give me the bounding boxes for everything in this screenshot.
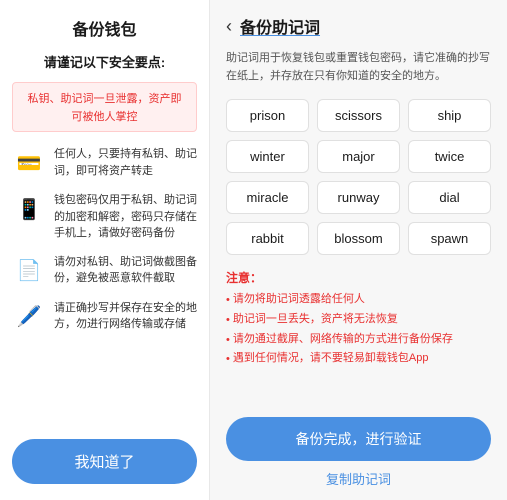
notice-item-4: 遇到任何情况，请不要轻易卸载钱包App (226, 349, 491, 369)
right-bottom: 备份完成，进行验证 复制助记词 (210, 409, 507, 500)
copy-mnemonic-button[interactable]: 复制助记词 (326, 469, 391, 488)
word-3: ship (408, 99, 491, 132)
word-7: miracle (226, 181, 309, 214)
security-list: 💳 任何人，只要持有私钥、助记词，即可将资产转走 📱 钱包密码仅用于私钥、助记词… (12, 146, 197, 429)
security-item-2: 📱 钱包密码仅用于私钥、助记词的加密和解密，密码只存储在手机上，请做好密码备份 (12, 192, 197, 242)
back-arrow-icon[interactable]: ‹ (226, 16, 232, 37)
word-2: scissors (317, 99, 400, 132)
word-5: major (317, 140, 400, 173)
word-4: winter (226, 140, 309, 173)
word-12: spawn (408, 222, 491, 255)
security-item-3: 📄 请勿对私钥、助记词做截图备份，避免被恶意软件截取 (12, 254, 197, 288)
transfer-icon: 💳 (12, 146, 46, 180)
notice-item-2: 助记词一旦丢失，资产将无法恢复 (226, 310, 491, 330)
left-subtitle: 请谨记以下安全要点: (44, 54, 165, 72)
notice-item-3: 请勿通过截屏、网络传输的方式进行备份保存 (226, 330, 491, 350)
word-11: blossom (317, 222, 400, 255)
notice-item-1: 请勿将助记词透露给任何人 (226, 290, 491, 310)
right-panel: ‹ 备份助记词 助记词用于恢复钱包或重置钱包密码，请它准确的抄写在纸上，并存放在… (210, 0, 507, 500)
security-text-1: 任何人，只要持有私钥、助记词，即可将资产转走 (54, 146, 197, 179)
security-text-4: 请正确抄写并保存在安全的地方，勿进行网络传输或存储 (54, 300, 197, 333)
verify-button[interactable]: 备份完成，进行验证 (226, 417, 491, 461)
security-item-1: 💳 任何人，只要持有私钥、助记词，即可将资产转走 (12, 146, 197, 180)
security-text-2: 钱包密码仅用于私钥、助记词的加密和解密，密码只存储在手机上，请做好密码备份 (54, 192, 197, 242)
word-9: dial (408, 181, 491, 214)
word-8: runway (317, 181, 400, 214)
notice-section: 注意： 请勿将助记词透露给任何人 助记词一旦丢失，资产将无法恢复 请勿通过截屏、… (210, 265, 507, 377)
phone-icon: 📱 (12, 192, 46, 226)
screenshot-icon: 📄 (12, 254, 46, 288)
mnemonic-grid: prison scissors ship winter major twice … (210, 95, 507, 265)
right-title: 备份助记词 (240, 14, 320, 38)
word-6: twice (408, 140, 491, 173)
security-text-3: 请勿对私钥、助记词做截图备份，避免被恶意软件截取 (54, 254, 197, 287)
security-item-4: 🖊️ 请正确抄写并保存在安全的地方，勿进行网络传输或存储 (12, 300, 197, 334)
acknowledge-button[interactable]: 我知道了 (12, 439, 197, 484)
word-1: prison (226, 99, 309, 132)
left-panel: 备份钱包 请谨记以下安全要点: 私钥、助记词一旦泄露，资产即可被他人掌控 💳 任… (0, 0, 210, 500)
right-description: 助记词用于恢复钱包或重置钱包密码，请它准确的抄写在纸上，并存放在只有你知道的安全… (210, 46, 507, 95)
left-title: 备份钱包 (72, 16, 136, 40)
warning-text: 私钥、助记词一旦泄露，资产即可被他人掌控 (28, 93, 182, 123)
notice-title: 注意： (226, 269, 491, 286)
warning-banner: 私钥、助记词一旦泄露，资产即可被他人掌控 (12, 82, 197, 132)
write-icon: 🖊️ (12, 300, 46, 334)
word-10: rabbit (226, 222, 309, 255)
right-header: ‹ 备份助记词 (210, 0, 507, 46)
